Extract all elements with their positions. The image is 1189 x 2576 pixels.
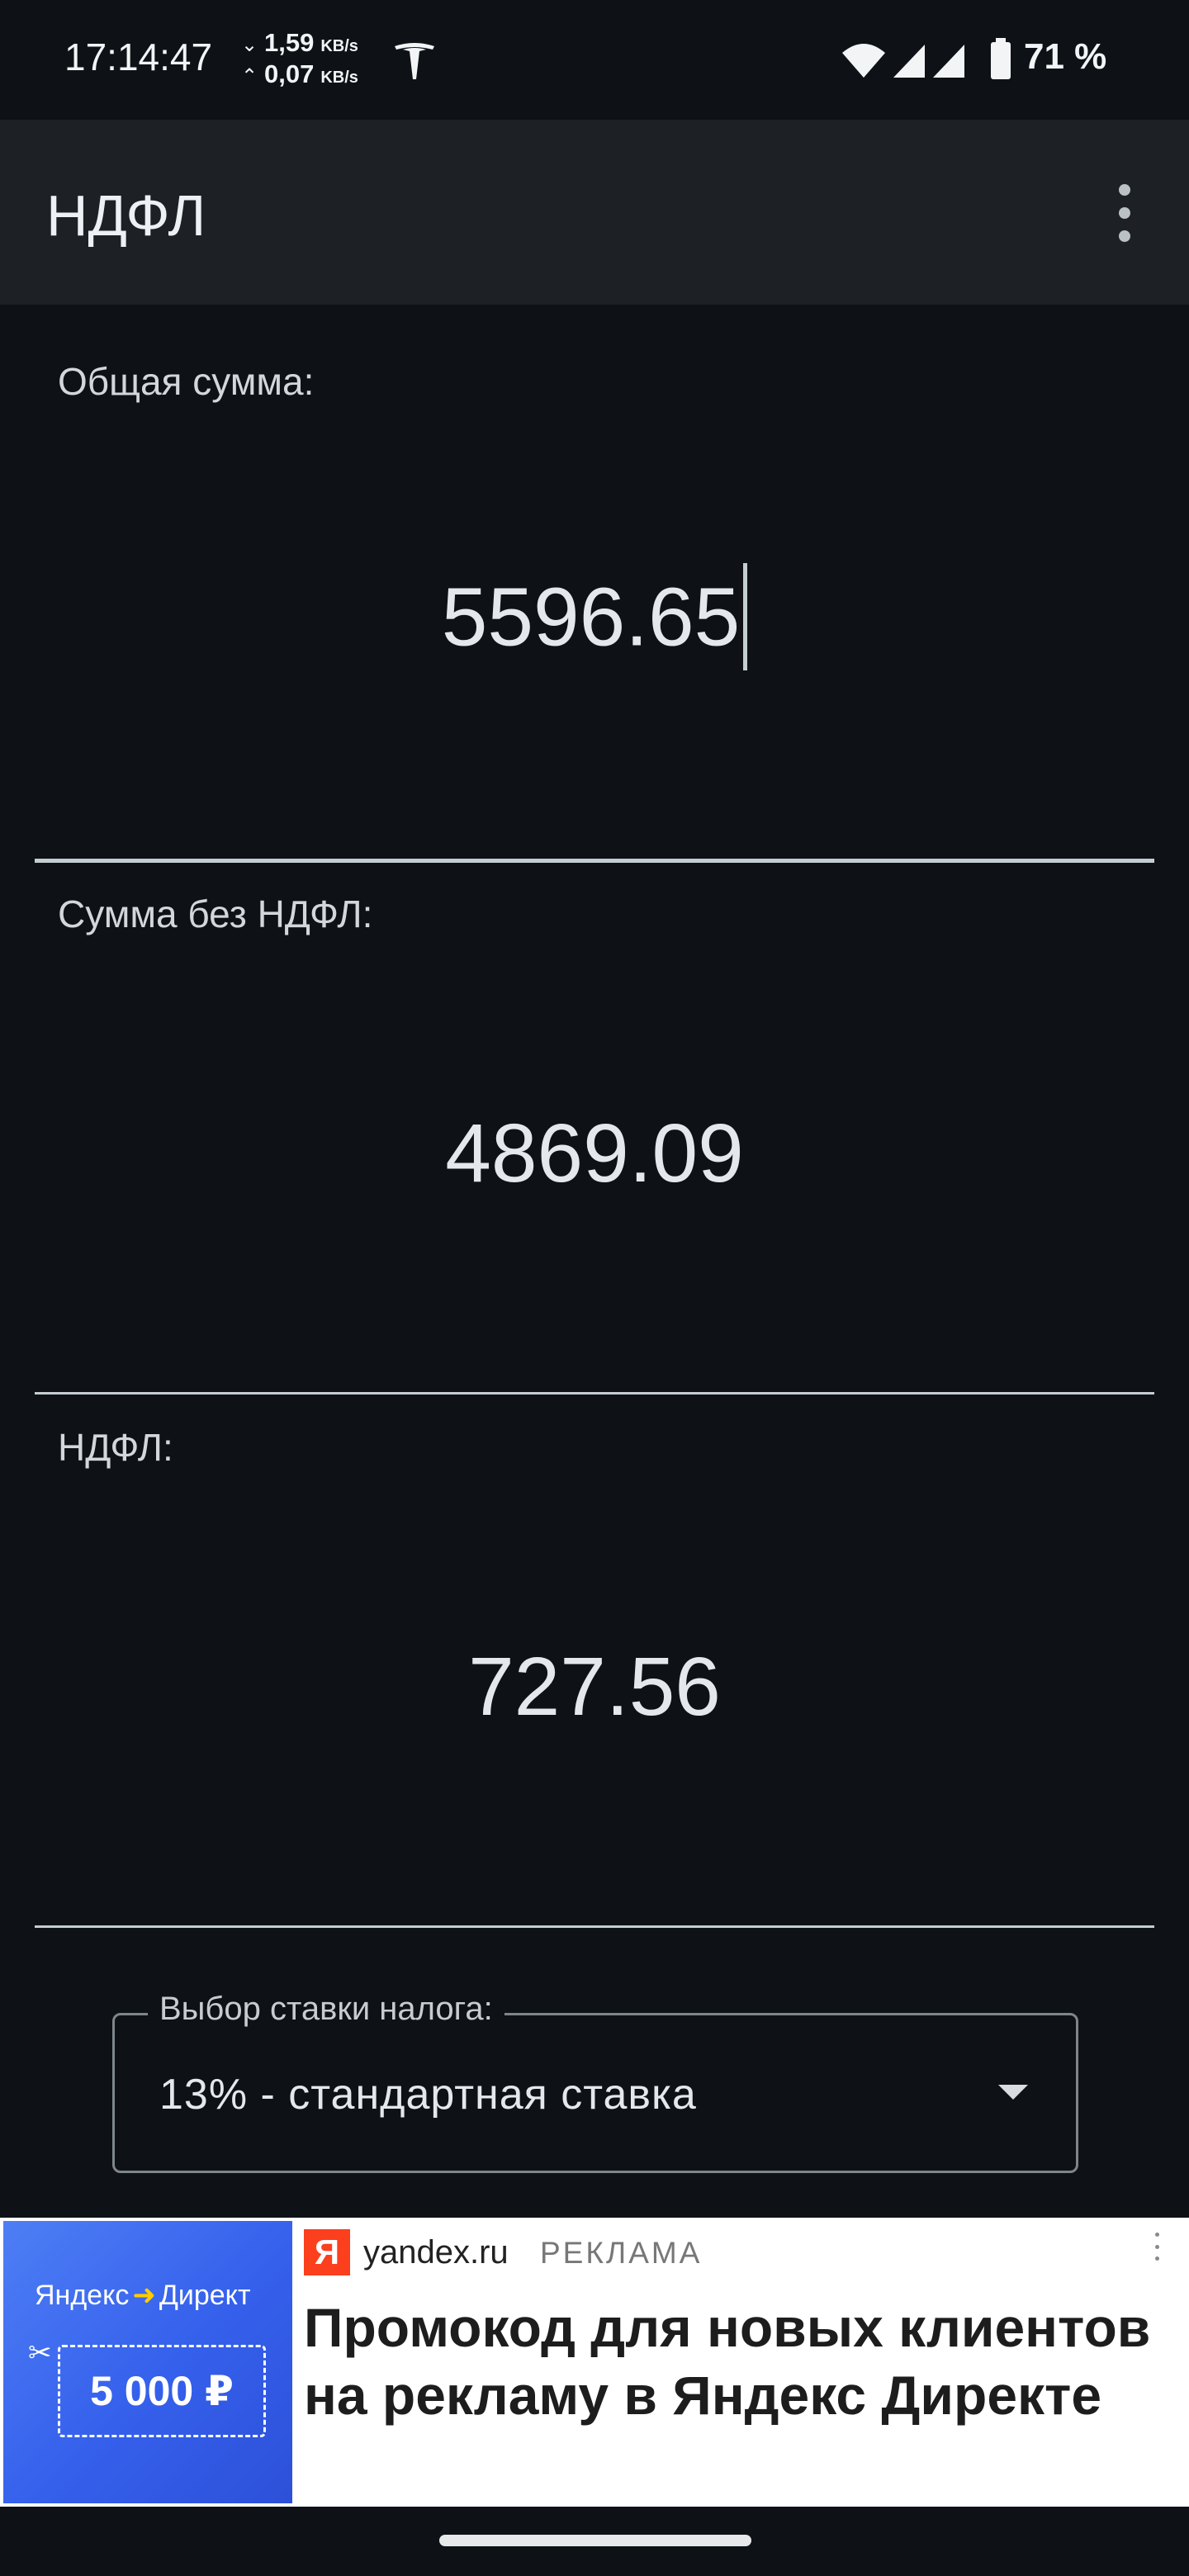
- upload-speed: 0,07: [264, 59, 315, 88]
- total-amount-underline: [35, 859, 1154, 863]
- battery-icon: [991, 38, 1011, 79]
- more-vert-icon[interactable]: [1108, 184, 1141, 242]
- net-amount-underline: [35, 1392, 1154, 1395]
- total-amount-input[interactable]: 5596.65: [0, 563, 1189, 677]
- dropdown-caret-icon[interactable]: [998, 2085, 1028, 2100]
- page-title: НДФЛ: [46, 183, 206, 248]
- upload-unit: KB/s: [320, 69, 358, 87]
- total-amount-label: Общая сумма:: [58, 360, 315, 403]
- tax-amount-field[interactable]: 727.56: [0, 1640, 1189, 1735]
- download-unit: KB/s: [320, 37, 358, 55]
- tax-amount-underline: [35, 1925, 1154, 1928]
- tax-rate-selected: 13% - стандартная ставка: [159, 2071, 697, 2119]
- tax-rate-label: Выбор ставки налога:: [148, 1991, 504, 2028]
- net-amount-field[interactable]: 4869.09: [0, 1106, 1189, 1201]
- tax-rate-select[interactable]: Выбор ставки налога: 13% - стандартная с…: [112, 1991, 1078, 2173]
- scissors-icon: ✂: [28, 2337, 52, 2369]
- tax-amount-label: НДФЛ:: [58, 1426, 173, 1469]
- ad-menu-icon[interactable]: [1153, 2233, 1161, 2261]
- ad-brand-logo: Яндекс ➜ Директ: [35, 2279, 251, 2312]
- net-amount-value: 4869.09: [445, 1107, 744, 1200]
- ad-headline[interactable]: Промокод для новых клиентов на рекламу в…: [304, 2294, 1179, 2429]
- ad-image[interactable]: Яндекс ➜ Директ ✂ 5 000 ₽: [3, 2221, 292, 2503]
- status-clock: 17:14:47: [64, 36, 213, 78]
- ad-domain[interactable]: yandex.ru: [363, 2234, 509, 2271]
- direct-arrow-icon: ➜: [132, 2280, 156, 2311]
- text-cursor: [743, 563, 748, 670]
- download-arrow-icon: ⌄: [241, 34, 258, 56]
- ad-brand-left: Яндекс: [35, 2280, 130, 2311]
- signal-icon: [933, 45, 964, 78]
- ad-brand-right: Директ: [159, 2280, 251, 2311]
- wifi-icon: [842, 44, 885, 78]
- ad-coupon: 5 000 ₽: [58, 2345, 266, 2437]
- upload-arrow-icon: ⌃: [241, 65, 258, 88]
- signal-icon: [893, 45, 925, 78]
- status-bar: 17:14:47 ⌄ 1,59 KB/s ⌃ 0,07 KB/s 71 %: [0, 0, 1189, 120]
- net-amount-label: Сумма без НДФЛ:: [58, 893, 373, 935]
- home-indicator[interactable]: [439, 2535, 751, 2546]
- ad-banner[interactable]: Яндекс ➜ Директ ✂ 5 000 ₽ Я yandex.ru РЕКЛ…: [0, 2218, 1189, 2507]
- tesla-icon: [395, 43, 434, 79]
- download-speed: 1,59: [264, 28, 315, 57]
- app-bar: НДФЛ: [0, 120, 1189, 305]
- tax-amount-value: 727.56: [468, 1641, 721, 1733]
- battery-percent: 71 %: [1024, 36, 1107, 77]
- total-amount-value: 5596.65: [441, 571, 741, 664]
- network-speed: ⌄ 1,59 KB/s ⌃ 0,07 KB/s: [241, 28, 390, 91]
- yandex-favicon: Я: [304, 2229, 350, 2275]
- ad-label: РЕКЛАМА: [540, 2236, 703, 2270]
